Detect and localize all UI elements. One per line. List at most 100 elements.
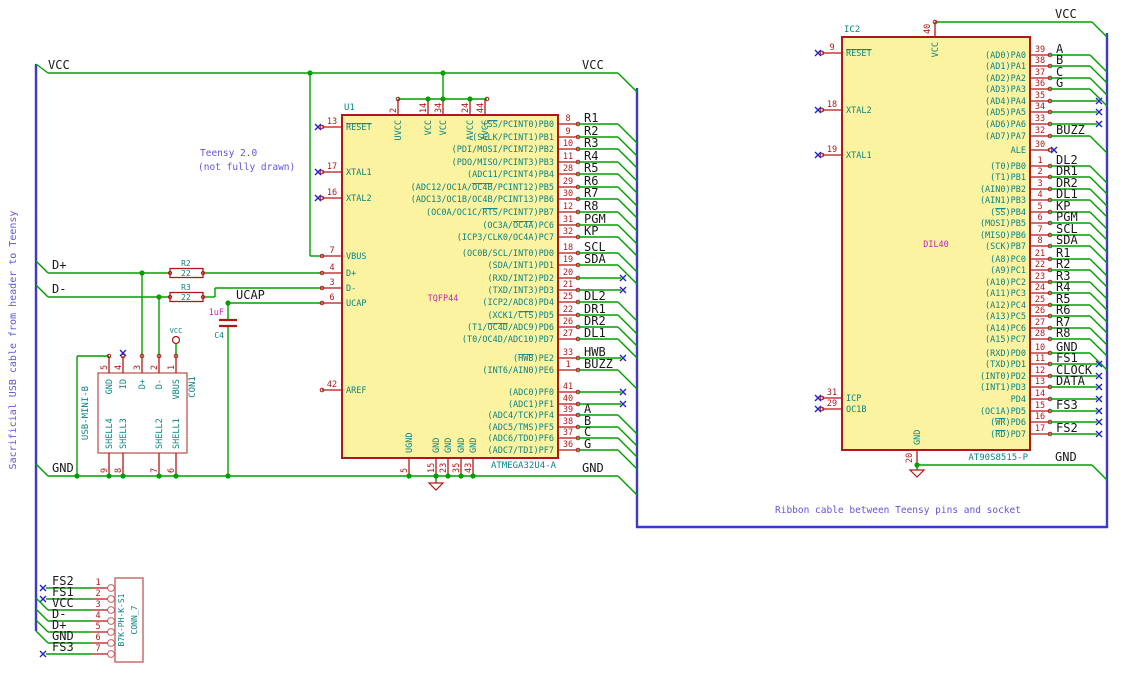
- net-label-ucap[interactable]: UCAP: [236, 288, 265, 302]
- net-label[interactable]: R3: [584, 136, 598, 150]
- net-label-vcc-ic2[interactable]: VCC: [1055, 7, 1077, 21]
- net-label[interactable]: R7: [584, 186, 598, 200]
- r2-ref[interactable]: R2: [181, 259, 191, 268]
- conn7-ref[interactable]: CONN_7: [130, 605, 139, 634]
- pin-name: (AD1)PA1: [985, 62, 1026, 72]
- pin-number: 7: [95, 644, 100, 654]
- pin-number: 33: [563, 348, 573, 358]
- pin-number: 3: [133, 365, 143, 370]
- no-connect-icon: [39, 595, 47, 603]
- pin-number: 1: [95, 578, 100, 588]
- pin-number: 44: [476, 103, 486, 113]
- pin-number: 15: [427, 463, 437, 473]
- net-label[interactable]: BUZZ: [1056, 123, 1085, 137]
- net-label[interactable]: R8: [584, 199, 598, 213]
- net-label[interactable]: SDA: [1056, 233, 1078, 247]
- schematic-canvas: 8 (SS/PCINT0)PB0 R1 9 (SCLK/PCINT1)PB1 R2 10 (P…: [0, 0, 1131, 690]
- pin-name: (AIN0)PB2: [980, 185, 1026, 195]
- pin-name: ALE: [1011, 146, 1026, 156]
- net-label[interactable]: R8: [1056, 326, 1070, 340]
- ic2-ref[interactable]: IC2: [844, 25, 860, 35]
- pin-number: 8: [114, 468, 124, 473]
- net-label[interactable]: FS3: [52, 640, 74, 654]
- net-label[interactable]: DL1: [584, 326, 606, 340]
- net-label[interactable]: G: [584, 437, 591, 451]
- pin-number: 17: [327, 162, 337, 172]
- pin-number: 26: [1035, 306, 1045, 316]
- net-label-vcc-left[interactable]: VCC: [48, 58, 70, 72]
- net-label-gnd-u1[interactable]: GND: [582, 461, 604, 475]
- pin-name: GND: [913, 430, 923, 445]
- pin-number: 10: [563, 139, 573, 149]
- junction-dot: [225, 473, 231, 479]
- pin-number: 13: [1035, 377, 1045, 387]
- pin-number: 23: [1035, 272, 1045, 282]
- net-label-dplus[interactable]: D+: [52, 258, 66, 272]
- junction-dot: [120, 473, 126, 479]
- pin-name: (ADC6/TDO)PF6: [487, 434, 554, 444]
- pin-name: (A12)PC4: [985, 301, 1026, 311]
- c4-ref[interactable]: C4: [214, 331, 224, 340]
- pin-name: (MISO)PB6: [980, 231, 1026, 241]
- pin-name: ICP: [846, 394, 861, 404]
- wire: [617, 236, 638, 257]
- u1-footprint: TQFP44: [428, 294, 459, 304]
- pin-name: (A8)PC0: [990, 255, 1026, 265]
- pin-name: (A9)PC1: [990, 266, 1026, 276]
- pin-number: 33: [1035, 114, 1045, 124]
- pin-name: (SS)PB4: [990, 208, 1026, 218]
- pin-name: SHELL2: [155, 418, 165, 449]
- note-teensy-line2[interactable]: (not fully drawn): [198, 162, 295, 173]
- pin-name: (A15)PC7: [985, 335, 1026, 345]
- net-label[interactable]: G: [1056, 76, 1063, 90]
- wire: [617, 449, 638, 470]
- net-label-vcc-u1[interactable]: VCC: [582, 58, 604, 72]
- pin-name: (RXD/INT2)PD2: [487, 274, 554, 284]
- pin-number: 21: [1035, 249, 1045, 259]
- junction-dot: [74, 473, 80, 479]
- net-label[interactable]: R5: [584, 161, 598, 175]
- net-label[interactable]: DATA: [1056, 374, 1086, 388]
- u1-ref[interactable]: U1: [344, 103, 355, 113]
- pin-name: (ADC13/OC1B/OC4B/PCINT13)PB6: [411, 195, 554, 205]
- net-label[interactable]: R1: [584, 111, 598, 125]
- net-label[interactable]: SDA: [584, 252, 606, 266]
- pin-number: 1: [565, 360, 570, 370]
- pin-number: 32: [1035, 126, 1045, 136]
- wire: [35, 630, 49, 644]
- pin-number: 22: [1035, 260, 1045, 270]
- net-label[interactable]: FS3: [1056, 398, 1078, 412]
- pin-number: 22: [563, 305, 573, 315]
- pin-name: (OC3A/OC4A)PC6: [482, 221, 554, 231]
- pin-number: 29: [563, 177, 573, 187]
- pin-name: VCC: [424, 120, 434, 135]
- pin-number: 7: [329, 246, 334, 256]
- net-label-gnd-left[interactable]: GND: [52, 461, 74, 475]
- net-label-gnd-ic2[interactable]: GND: [1055, 450, 1077, 464]
- wire: [1089, 135, 1108, 154]
- r3-ref[interactable]: R3: [181, 283, 191, 292]
- pin-name: AVCC: [466, 120, 476, 140]
- pin-name: (OC1A)PD5: [980, 407, 1026, 417]
- wire: [617, 475, 638, 496]
- net-label[interactable]: BUZZ: [584, 357, 613, 371]
- pin-name: (PDI/MOSI/PCINT2)PB2: [452, 145, 554, 155]
- pin-number: 30: [1035, 140, 1045, 150]
- net-label[interactable]: DL2: [584, 289, 606, 303]
- pin-name: (AD0)PA0: [985, 51, 1026, 61]
- pin-name: D+: [346, 269, 356, 279]
- wire: [617, 414, 638, 435]
- net-label[interactable]: KP: [584, 224, 598, 238]
- usb-ref[interactable]: CON1: [188, 376, 198, 398]
- net-label[interactable]: FS2: [1056, 421, 1078, 435]
- u1-value: ATMEGA32U4-A: [491, 461, 557, 471]
- note-ribbon-cable[interactable]: Ribbon cable between Teensy pins and soc…: [775, 505, 1021, 516]
- note-teensy-line1[interactable]: Teensy 2.0: [200, 148, 257, 159]
- pin-name: AREF: [346, 386, 366, 396]
- junction-dot: [156, 294, 162, 300]
- note-sacrificial-usb[interactable]: Sacrificial USB cable from header to Tee…: [8, 211, 19, 470]
- net-label-dminus[interactable]: D-: [52, 282, 66, 296]
- ground-symbol-icon: [908, 469, 926, 478]
- pin-number: 32: [563, 227, 573, 237]
- pin-number: 28: [1035, 329, 1045, 339]
